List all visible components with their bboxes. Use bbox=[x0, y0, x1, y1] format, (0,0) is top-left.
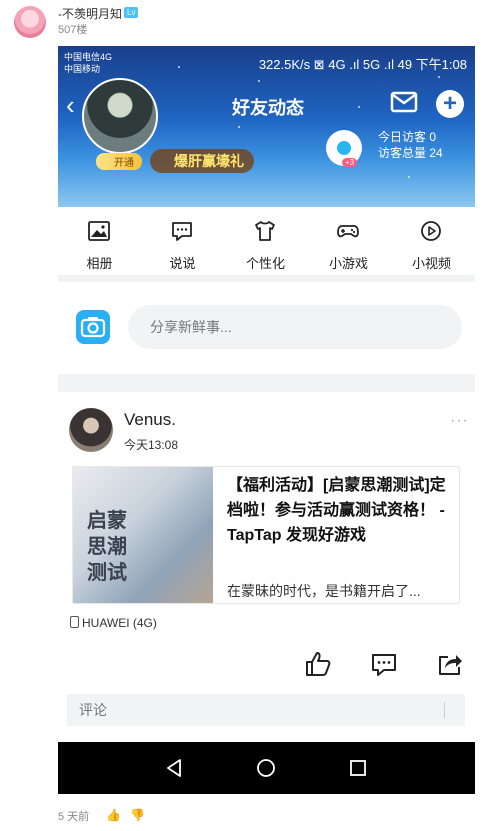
post-time: 5 天前 bbox=[58, 811, 90, 823]
phone-screenshot: 中国电信4G 中国移动 322.5K/s ⊠ 4G .ıl 5G .ıl 49 … bbox=[58, 46, 475, 794]
tool-games[interactable]: 小游戏 bbox=[307, 207, 390, 275]
tool-row: 相册 说说 个性化 小游戏 小视频 bbox=[58, 207, 475, 275]
tool-album[interactable]: 相册 bbox=[58, 207, 141, 275]
eye-pupil bbox=[337, 141, 351, 155]
promo-banner[interactable]: 爆肝赢壕礼 bbox=[150, 149, 254, 173]
level-badge: Lv bbox=[124, 7, 139, 18]
more-options-icon[interactable]: ··· bbox=[450, 412, 469, 430]
chat-icon bbox=[172, 222, 192, 241]
carrier-2: 中国移动 bbox=[64, 64, 101, 74]
camera-icon[interactable] bbox=[76, 310, 110, 344]
phone-icon bbox=[70, 616, 79, 628]
tool-label: 个性化 bbox=[245, 256, 285, 271]
nav-home-icon[interactable] bbox=[254, 756, 278, 780]
comment-input[interactable] bbox=[67, 694, 465, 726]
gamepad-icon bbox=[337, 225, 359, 238]
visitor-new-badge: +3 bbox=[342, 158, 358, 167]
poster-avatar[interactable] bbox=[14, 6, 46, 38]
share-input[interactable] bbox=[128, 305, 462, 349]
link-description: 在蒙昧的时代，是书籍开启了... bbox=[227, 583, 421, 599]
link-thumbnail: 启蒙思潮测试 bbox=[73, 467, 213, 603]
share-icon[interactable] bbox=[436, 650, 464, 678]
device-name: HUAWEI (4G) bbox=[82, 616, 157, 630]
profile-avatar[interactable] bbox=[82, 78, 158, 154]
thumbs-down-icon[interactable]: 👎 bbox=[130, 808, 145, 822]
thumbs-up-icon[interactable]: 👍 bbox=[106, 808, 121, 822]
add-icon[interactable]: + bbox=[436, 90, 464, 118]
tool-personalize[interactable]: 个性化 bbox=[224, 207, 307, 275]
open-vip-badge[interactable]: 开通 bbox=[96, 153, 142, 170]
floor-number: 507楼 bbox=[58, 24, 88, 36]
back-arrow-icon[interactable]: ‹ bbox=[66, 90, 75, 121]
mail-icon[interactable] bbox=[390, 90, 418, 114]
page-title: 好友动态 bbox=[232, 98, 304, 118]
feed-time: 今天13:08 bbox=[124, 438, 179, 452]
tool-label: 说说 bbox=[169, 256, 196, 271]
tool-label: 小视频 bbox=[411, 256, 451, 271]
link-title: 【福利活动】[启蒙思潮测试]定档啦！参与活动赢测试资格！ - TapTap 发现… bbox=[227, 477, 446, 544]
comment-icon[interactable] bbox=[370, 650, 398, 678]
profile-banner: 中国电信4G 中国移动 322.5K/s ⊠ 4G .ıl 5G .ıl 49 … bbox=[58, 46, 475, 207]
status-bar-right: 322.5K/s ⊠ 4G .ıl 5G .ıl 49 下午1:08 bbox=[258, 57, 467, 72]
play-icon bbox=[421, 221, 441, 241]
tool-videos[interactable]: 小视频 bbox=[390, 207, 473, 275]
feed-avatar[interactable] bbox=[69, 408, 113, 452]
android-navbar bbox=[58, 742, 475, 794]
tool-label: 相册 bbox=[86, 256, 113, 271]
input-divider bbox=[444, 702, 445, 718]
shared-link-card[interactable]: 启蒙思潮测试 【福利活动】[启蒙思潮测试]定档啦！参与活动赢测试资格！ - Ta… bbox=[72, 466, 460, 604]
poster-name[interactable]: -不羡明月知 bbox=[58, 5, 122, 22]
like-icon[interactable] bbox=[304, 650, 332, 678]
nav-recents-icon[interactable] bbox=[346, 756, 370, 780]
tool-shuoshuo[interactable]: 说说 bbox=[141, 207, 224, 275]
tool-label: 小游戏 bbox=[328, 256, 368, 271]
photo-icon bbox=[88, 221, 110, 241]
thumbnail-text: 启蒙思潮测试 bbox=[87, 508, 127, 584]
shirt-icon bbox=[255, 221, 275, 241]
nav-back-icon[interactable] bbox=[162, 756, 186, 780]
feed-author-name[interactable]: Venus. bbox=[124, 410, 176, 430]
visitors-total: 访客总量 24 bbox=[378, 146, 443, 160]
visitors-today: 今日访客 0 bbox=[378, 130, 437, 144]
device-info: HUAWEI (4G) bbox=[70, 616, 157, 630]
